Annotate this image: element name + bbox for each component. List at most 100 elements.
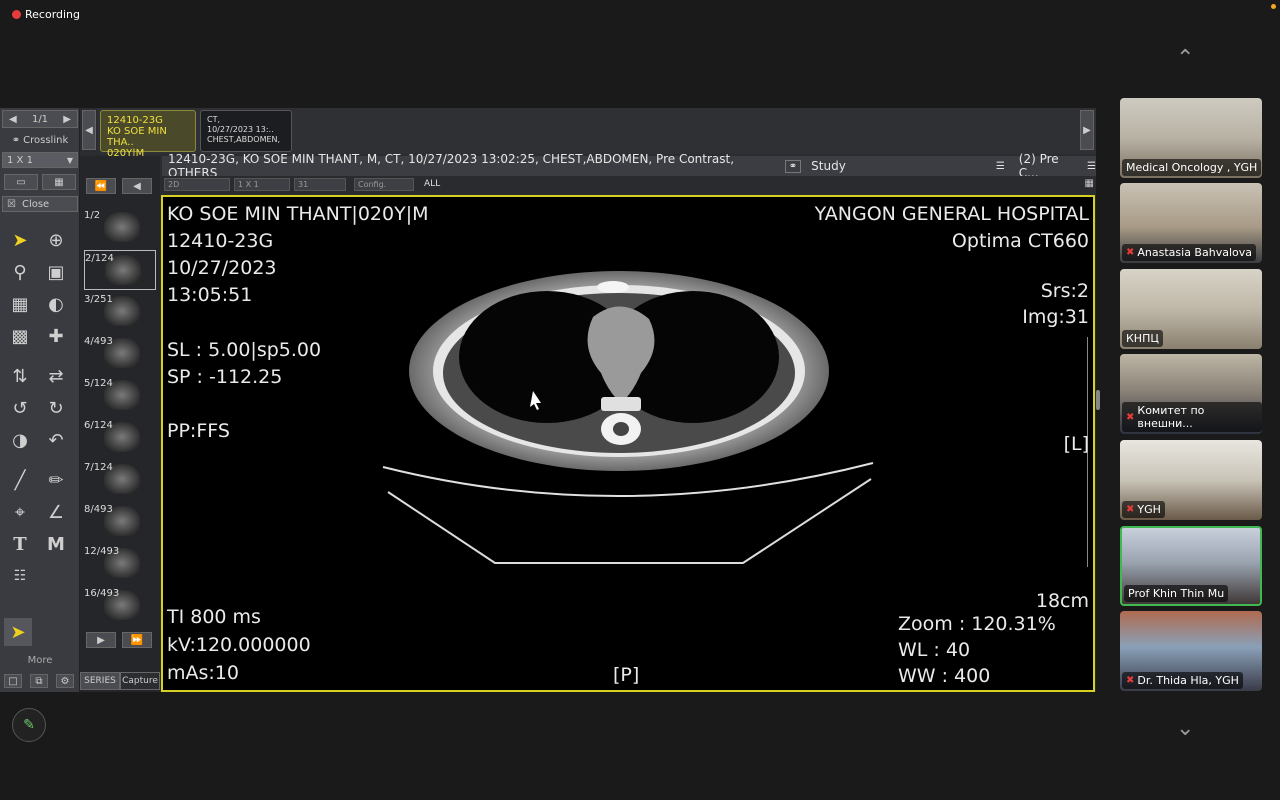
study-tab-patient[interactable]: 12410-23G KO SOE MIN THA.. 020Y|M xyxy=(100,110,196,159)
flip-horizontal-icon[interactable]: ⇄ xyxy=(42,362,70,390)
line-measure-icon[interactable]: ╱ xyxy=(6,466,34,494)
rotate-left-icon[interactable]: ↺ xyxy=(6,394,34,422)
next-series-icon[interactable]: ▶ xyxy=(86,632,116,648)
participant-tile[interactable]: ✖ Dr. Thida Hla, YGH xyxy=(1120,611,1262,691)
left-orientation-marker: [L] xyxy=(1063,433,1089,455)
scan-icon[interactable]: ▩ xyxy=(6,322,34,350)
participant-tile[interactable]: Medical Oncology , YGH xyxy=(1120,98,1262,178)
series-thumbnail[interactable]: 6/124 xyxy=(84,418,156,458)
thumbnail-label: 16/493 xyxy=(84,588,120,599)
first-series-icon[interactable]: ⏪ xyxy=(86,178,116,194)
ct-image-viewport[interactable]: KO SOE MIN THANT|020Y|M 12410-23G 10/27/… xyxy=(161,195,1095,692)
participant-name: Комитет по внешни... xyxy=(1137,404,1205,430)
recording-label: Recording xyxy=(25,8,81,21)
tool-panel: ◀ 1/1 ▶ ⚭ Crosslink 1 X 1 ▼ ▭ ▦ ☒ Close … xyxy=(0,108,80,692)
text-tool-icon[interactable]: T xyxy=(6,530,34,558)
ruler-2d-icon[interactable]: ✏ xyxy=(42,466,70,494)
fit-screen-icon[interactable]: ▣ xyxy=(42,258,70,286)
pan-icon[interactable]: ✚ xyxy=(42,322,70,350)
study-tab-ct[interactable]: CT, 10/27/2023 13:.. CHEST,ABDOMEN, xyxy=(200,110,292,152)
tab-line: 10/27/2023 13:.. xyxy=(207,125,274,134)
recording-dot-icon xyxy=(12,10,21,19)
grid-layout-icon[interactable]: ▦ xyxy=(42,174,76,190)
participant-tile[interactable]: ✖ YGH xyxy=(1120,440,1262,520)
scroll-up-chevron-icon[interactable]: ⌃ xyxy=(1176,48,1194,70)
crosshair-icon[interactable]: ⌖ xyxy=(6,498,34,526)
page-navigator[interactable]: ◀ 1/1 ▶ xyxy=(2,110,78,128)
list-icon[interactable]: ☰ xyxy=(996,161,1005,172)
tab-series[interactable]: SERIES xyxy=(80,672,120,690)
series-thumbnail[interactable]: 3/251 xyxy=(84,292,156,332)
magnify-icon[interactable]: ⚲ xyxy=(6,258,34,286)
link-toggle-icon[interactable]: ⚭ xyxy=(784,159,802,173)
panel-resize-handle[interactable] xyxy=(1096,390,1100,410)
tab-scroll-left-icon[interactable]: ◀ xyxy=(82,110,96,150)
series-thumbnail[interactable]: 16/493 xyxy=(84,586,156,626)
angle-icon[interactable]: ∠ xyxy=(42,498,70,526)
next-page-icon[interactable]: ▶ xyxy=(63,114,71,125)
participant-name-tag: ✖ YGH xyxy=(1122,501,1165,518)
mic-muted-icon: ✖ xyxy=(1126,411,1135,423)
grid-tool-icon[interactable]: ▦ xyxy=(6,290,34,318)
series-list-icon[interactable]: ☰ xyxy=(1087,161,1096,172)
participant-name: YGH xyxy=(1137,503,1161,516)
participant-tile[interactable]: ✖ Комитет по внешни... xyxy=(1120,354,1262,434)
active-pointer-icon[interactable]: ➤ xyxy=(4,618,32,646)
participant-tile[interactable]: Prof Khin Thin Mu xyxy=(1120,526,1262,606)
series-thumbnail[interactable]: 1/2 xyxy=(84,208,156,248)
prev-series-icon[interactable]: ◀ xyxy=(122,178,152,194)
config-select[interactable]: Config. xyxy=(354,178,414,191)
zoom-in-icon[interactable]: ⊕ xyxy=(42,226,70,254)
tab-line: CT, xyxy=(207,115,221,124)
study-tab-bar: 12410-23G KO SOE MIN THA.. 020Y|M CT, 10… xyxy=(82,108,1096,159)
prev-page-icon[interactable]: ◀ xyxy=(9,114,17,125)
study-label[interactable]: Study xyxy=(811,159,846,173)
screen-layout-icon[interactable]: ▭ xyxy=(4,174,38,190)
crosslink-button[interactable]: ⚭ Crosslink xyxy=(2,132,78,148)
view-layout-select[interactable]: 1 X 1 xyxy=(234,178,290,191)
layout-select[interactable]: 1 X 1 ▼ xyxy=(2,152,78,168)
image-number-overlay: Img:31 xyxy=(1022,306,1089,328)
series-thumbnail[interactable]: 5/124 xyxy=(84,376,156,416)
scroll-down-chevron-icon[interactable]: ⌄ xyxy=(1176,718,1194,740)
series-thumbnail[interactable]: 8/493 xyxy=(84,502,156,542)
window-level-icon[interactable]: ◐ xyxy=(42,290,70,318)
series-thumbnail[interactable]: 7/124 xyxy=(84,460,156,500)
thumbnail-label: 4/493 xyxy=(84,336,113,347)
last-series-icon[interactable]: ⏩ xyxy=(122,632,152,648)
status-dot xyxy=(1271,4,1276,9)
annotate-pencil-icon[interactable]: ✎ xyxy=(12,708,46,742)
tab-scroll-right-icon[interactable]: ▶ xyxy=(1080,110,1094,150)
image-number-select[interactable]: 31 xyxy=(294,178,346,191)
tab-capture[interactable]: Capture xyxy=(120,672,160,690)
copy-icon[interactable]: ⧉ xyxy=(30,674,48,688)
patient-id-overlay: 12410-23G xyxy=(167,230,274,252)
hospital-overlay: YANGON GENERAL HOSPITAL xyxy=(814,203,1089,225)
participant-name-tag: ✖ Anastasia Bahvalova xyxy=(1122,244,1256,261)
participant-tile[interactable]: ✖ Anastasia Bahvalova xyxy=(1120,183,1262,263)
rotate-right-icon[interactable]: ↻ xyxy=(42,394,70,422)
flip-vertical-icon[interactable]: ⇅ xyxy=(6,362,34,390)
marker-tool-icon[interactable]: M xyxy=(42,530,70,558)
series-thumbnail[interactable]: 4/493 xyxy=(84,334,156,374)
settings-icon[interactable]: ⚙ xyxy=(56,674,74,688)
invert-icon[interactable]: ◑ xyxy=(6,426,34,454)
participant-name-tag: Prof Khin Thin Mu xyxy=(1124,585,1229,602)
pointer-tool-icon[interactable]: ➤ xyxy=(6,226,34,254)
participant-tile[interactable]: КНПЦ xyxy=(1120,269,1262,349)
close-button[interactable]: ☒ Close xyxy=(2,196,78,212)
fullscreen-icon[interactable]: ▦ xyxy=(1085,178,1094,189)
slice-position-overlay: SP : -112.25 xyxy=(167,366,283,388)
more-button[interactable]: More xyxy=(2,653,78,667)
reset-icon[interactable]: ↶ xyxy=(42,426,70,454)
thumbnail-label: 3/251 xyxy=(84,294,113,305)
mic-muted-icon: ✖ xyxy=(1126,675,1135,686)
capture-tab-label: Capture xyxy=(122,676,158,686)
mode-select[interactable]: 2D xyxy=(164,178,230,191)
all-toggle[interactable]: ALL xyxy=(424,179,440,189)
participant-name-tag: ✖ Dr. Thida Hla, YGH xyxy=(1122,672,1243,689)
series-thumbnail[interactable]: 2/124 xyxy=(84,250,156,290)
series-thumbnail[interactable]: 12/493 xyxy=(84,544,156,584)
window-icon[interactable]: □ xyxy=(4,674,22,688)
spine-label-icon[interactable]: ☷ xyxy=(6,562,34,590)
